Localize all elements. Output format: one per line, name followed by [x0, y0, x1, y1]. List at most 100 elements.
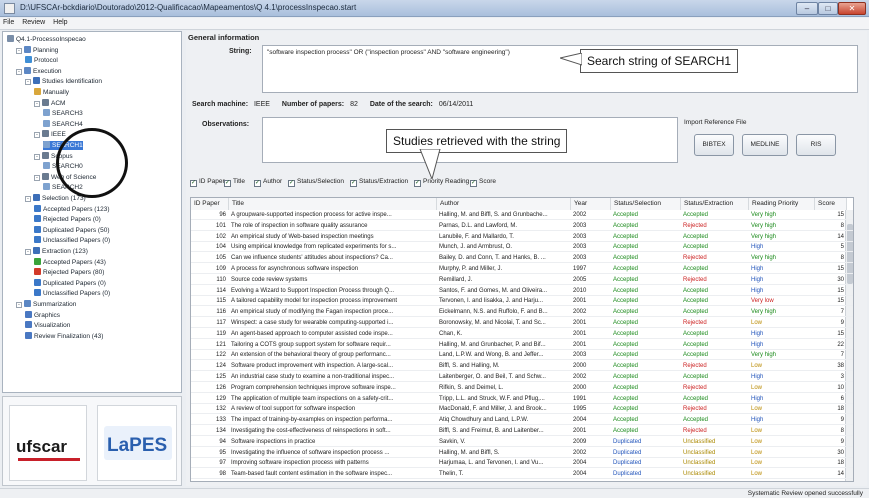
table-row[interactable]: 97 Improving software inspection process …	[191, 459, 853, 469]
toggle-status-extraction[interactable]: ✓ Status/Extraction	[350, 177, 408, 187]
table-cell-score: 10	[837, 384, 844, 391]
table-row[interactable]: 124 Software product improvement with ins…	[191, 362, 853, 372]
toggle-author[interactable]: ✓ Author	[254, 177, 282, 187]
table-row[interactable]: 105 Can we influence students' attitudes …	[191, 254, 853, 264]
table-row[interactable]: 110 Source code review systems Remillard, …	[191, 276, 853, 285]
tree-item-review-finalization-43[interactable]: Review Finalization (43)	[25, 331, 103, 341]
table-row[interactable]: 119 An agent-based approach to computer a…	[191, 330, 853, 339]
expand-toggle-icon[interactable]: -	[34, 153, 40, 160]
column-header-score[interactable]: Score	[815, 198, 847, 210]
toggle-status-selection[interactable]: ✓ Status/Selection	[288, 177, 344, 187]
tree-item-duplicated-papers-0[interactable]: Duplicated Papers (0)	[34, 278, 106, 288]
toggle-score[interactable]: ✓ Score	[470, 177, 496, 187]
column-header-reading-priority[interactable]: Reading Priority	[749, 198, 815, 210]
tree-item-summarization[interactable]: - Summarization	[16, 300, 76, 309]
table-row[interactable]: 117 Winspect: a case study for wearable c…	[191, 319, 853, 328]
tree-item-duplicated-papers-50[interactable]: Duplicated Papers (50)	[34, 225, 109, 235]
tree-item-rejected-papers-0[interactable]: Rejected Papers (0)	[34, 215, 101, 224]
table-row[interactable]: 133 The impact of training-by-examples on…	[191, 416, 853, 426]
table-row[interactable]: 125 An industrial case study to examine a…	[191, 373, 853, 382]
tree-item-acm[interactable]: - ACM	[34, 98, 65, 108]
expand-toggle-icon[interactable]: -	[34, 132, 40, 139]
checkbox-icon[interactable]: ✓	[254, 180, 261, 187]
tree-item-search4[interactable]: SEARCH4	[43, 119, 83, 129]
toggle-label: Priority Reading	[423, 178, 470, 185]
menu-help[interactable]: Help	[50, 18, 70, 26]
checkbox-icon[interactable]: ✓	[224, 180, 231, 187]
minimize-button[interactable]: –	[796, 2, 818, 15]
tree-item-accepted-papers-123[interactable]: Accepted Papers (123)	[34, 204, 109, 214]
table-row[interactable]: 121 Tailoring a COTS group support system…	[191, 341, 853, 350]
table-row[interactable]: 126 Program comprehension techniques impr…	[191, 384, 853, 393]
table-row[interactable]: 104 Using empirical knowledge from replic…	[191, 243, 853, 253]
tree-item-planning[interactable]: - Planning	[16, 45, 58, 55]
table-row[interactable]: 115 A tailored capability model for inspe…	[191, 297, 853, 307]
expand-toggle-icon[interactable]: -	[25, 249, 31, 255]
checkbox-icon[interactable]: ✓	[288, 180, 295, 187]
tree-item-q4-1-processoinspecao[interactable]: Q4.1-ProcessoInspecao	[7, 35, 86, 44]
table-row[interactable]: 109 A process for asynchronous software i…	[191, 265, 853, 274]
column-header-status-extraction[interactable]: Status/Extraction	[681, 198, 749, 210]
menu-review[interactable]: Review	[19, 18, 48, 26]
expand-toggle-icon[interactable]: -	[16, 47, 22, 54]
tree-item-selection-173[interactable]: - Selection (173)	[25, 194, 86, 203]
column-header-year[interactable]: Year	[571, 198, 611, 210]
table-cell-score: 9	[840, 320, 844, 326]
table-row[interactable]: 101 The role of inspection in software qu…	[191, 222, 853, 231]
checkbox-icon[interactable]: ✓	[470, 180, 477, 187]
menu-file[interactable]: File	[0, 18, 17, 26]
table-cell-status-extraction: Accepted	[683, 298, 709, 305]
expand-toggle-icon[interactable]: -	[16, 68, 22, 75]
tree-item-manually[interactable]: Manually	[34, 88, 69, 97]
table-row[interactable]: 102 An empirical study of Web-based inspe…	[191, 233, 853, 242]
table-row[interactable]: 94 Software inspections in practice Savkin…	[191, 438, 853, 447]
checkbox-icon[interactable]: ✓	[190, 180, 197, 187]
expand-toggle-icon[interactable]: -	[16, 302, 22, 308]
table-cell-status-extraction: Accepted	[683, 352, 709, 359]
tree-item-studies-identification[interactable]: - Studies Identification	[25, 77, 102, 86]
toggle-id-paper[interactable]: ✓ ID Paper	[190, 177, 225, 187]
table-row[interactable]: 114 Evolving a Wizard to Support Inspecti…	[191, 287, 853, 296]
tree-item-search3[interactable]: SEARCH3	[43, 109, 83, 118]
tree-item-graphics[interactable]: Graphics	[25, 310, 60, 320]
table-row[interactable]: 116 An empirical study of modifying the F…	[191, 308, 853, 318]
medline-button[interactable]: MEDLINE	[742, 134, 788, 156]
tree-item-accepted-papers-43[interactable]: Accepted Papers (43)	[34, 257, 106, 267]
tree-item-rejected-papers-80[interactable]: Rejected Papers (80)	[34, 268, 104, 277]
toggle-priority-reading[interactable]: ✓ Priority Reading	[414, 177, 469, 187]
question-icon	[34, 289, 41, 297]
column-header-id-paper[interactable]: ID Paper	[191, 198, 229, 210]
table-cell-id-paper: 98	[219, 471, 226, 478]
column-header-title[interactable]: Title	[229, 198, 437, 210]
table-row[interactable]: 96 A groupware-supported inspection proce…	[191, 211, 853, 220]
tree-item-protocol[interactable]: Protocol	[25, 56, 58, 65]
close-button[interactable]: ✕	[838, 2, 866, 15]
table-row[interactable]: 122 An extension of the behavioral theory…	[191, 351, 853, 361]
table-cell-reading-priority: Low	[751, 460, 763, 467]
bibtex-button[interactable]: BIBTEX	[694, 134, 734, 156]
expand-toggle-icon[interactable]: -	[34, 174, 40, 181]
column-header-status-selection[interactable]: Status/Selection	[611, 198, 681, 210]
tree-item-execution[interactable]: - Execution	[16, 66, 62, 76]
tree-item-unclassified-papers-0[interactable]: Unclassified Papers (0)	[34, 289, 110, 298]
expand-toggle-icon[interactable]: -	[34, 100, 40, 107]
column-header-author[interactable]: Author	[437, 198, 571, 210]
checkbox-icon[interactable]: ✓	[350, 180, 357, 187]
tree-item-unclassified-papers-0[interactable]: Unclassified Papers (0)	[34, 236, 110, 245]
table-row[interactable]: 98 Team-based fault content estimation in…	[191, 470, 853, 480]
expand-toggle-icon[interactable]: -	[25, 196, 31, 202]
table-row[interactable]: 95 Investigating the influence of softwar…	[191, 449, 853, 458]
tree-item-ieee[interactable]: - IEEE	[34, 130, 66, 139]
tree-item-extraction-123[interactable]: - Extraction (123)	[25, 247, 88, 256]
table-cell-title: An agent-based approach to computer assi…	[231, 330, 393, 337]
ris-button[interactable]: RIS	[796, 134, 836, 156]
table-row[interactable]: 132 A review of tool support for software…	[191, 405, 853, 415]
table-row[interactable]: 129 The application of multiple team insp…	[191, 395, 853, 404]
table-row[interactable]: 134 Investigating the cost-effectiveness …	[191, 427, 853, 436]
toggle-title[interactable]: ✓ Title	[224, 177, 245, 187]
tree-item-visualization[interactable]: Visualization	[25, 321, 70, 330]
table-cell-author: Munch, J. and Armbrust, O.	[439, 244, 513, 251]
maximize-button[interactable]: □	[818, 2, 838, 15]
expand-toggle-icon[interactable]: -	[25, 79, 31, 86]
checkbox-icon[interactable]: ✓	[414, 180, 421, 187]
